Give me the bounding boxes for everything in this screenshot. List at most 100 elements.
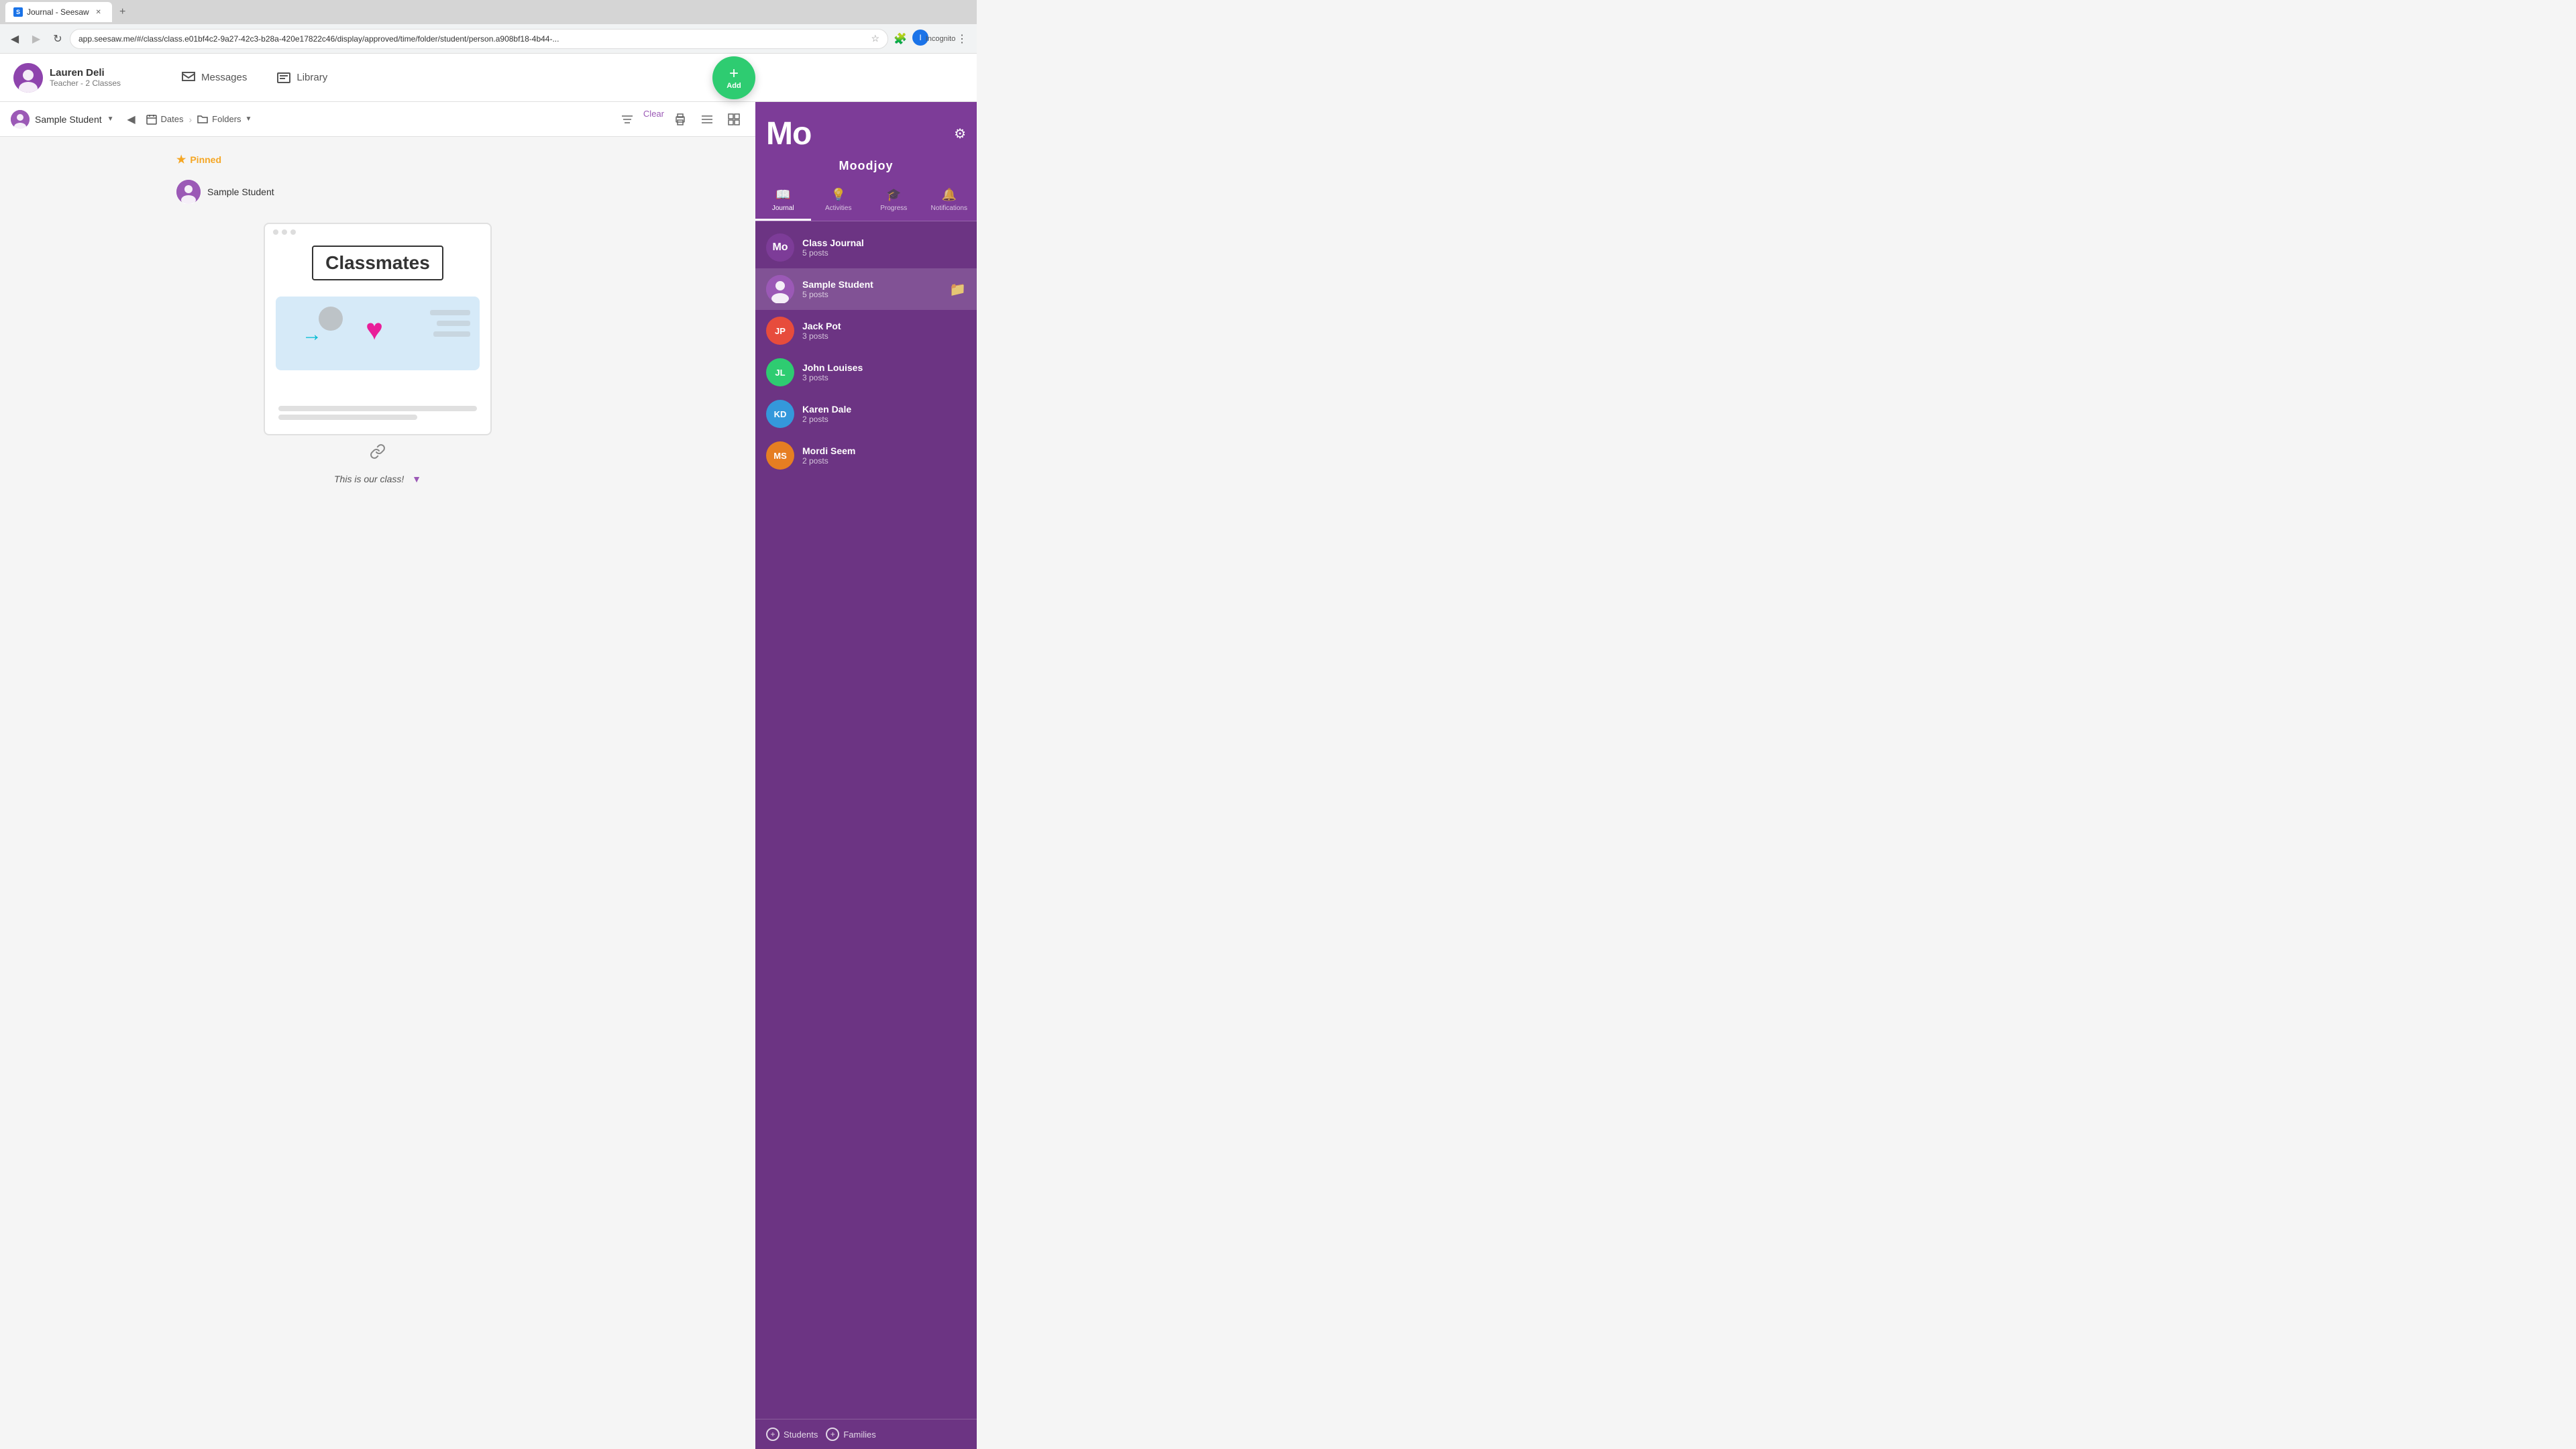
library-label: Library — [297, 72, 327, 83]
student-initials-2: JL — [775, 368, 785, 378]
caption-text: This is our class! — [334, 474, 404, 484]
journal-tab-label: Journal — [772, 205, 794, 212]
folders-dropdown-arrow: ▼ — [246, 115, 252, 123]
add-button[interactable]: + Add — [712, 56, 755, 99]
classmates-card: Classmates → — [264, 223, 492, 435]
forward-button[interactable]: ▶ — [27, 30, 46, 48]
student-info-3: Karen Dale 2 posts — [802, 404, 966, 424]
settings-icon[interactable]: ⚙ — [954, 125, 966, 142]
student-name-2: John Louises — [802, 362, 966, 373]
close-tab-button[interactable]: ✕ — [93, 7, 104, 17]
class-journal-info: Class Journal 5 posts — [802, 237, 966, 258]
filter-button[interactable] — [616, 109, 638, 130]
progress-tab-icon: 🎓 — [886, 188, 901, 202]
dates-label: Dates — [161, 114, 184, 124]
card-title: Classmates — [325, 252, 430, 273]
moodjoy-label: Moodjoy — [839, 159, 894, 172]
folder-icon-0[interactable]: 📁 — [949, 281, 966, 298]
link-section — [370, 443, 386, 463]
tab-journal[interactable]: 📖 Journal — [755, 181, 811, 221]
incognito-label: Incognito — [931, 30, 950, 48]
dot-3 — [290, 229, 296, 235]
notifications-tab-label: Notifications — [931, 205, 967, 212]
print-button[interactable] — [669, 109, 691, 130]
library-icon — [276, 71, 291, 85]
print-icon — [674, 113, 686, 125]
selected-student-name: Sample Student — [35, 114, 102, 125]
tab-notifications[interactable]: 🔔 Notifications — [922, 181, 977, 221]
clear-button[interactable]: Clear — [643, 109, 664, 130]
families-footer-btn[interactable]: + Families — [826, 1428, 875, 1441]
student-initials-1: JP — [775, 326, 786, 336]
messages-nav-item[interactable]: Messages — [174, 67, 254, 89]
browser-nav-bar: ◀ ▶ ↻ app.seesaw.me/#/class/class.e01bf4… — [0, 24, 977, 54]
student-name-1: Jack Pot — [802, 321, 966, 331]
back-button[interactable]: ◀ — [5, 30, 24, 48]
user-details: Lauren Deli Teacher - 2 Classes — [50, 67, 121, 88]
tab-progress[interactable]: 🎓 Progress — [866, 181, 922, 221]
student-item-3[interactable]: KD Karen Dale 2 posts — [755, 393, 977, 435]
address-bar[interactable]: app.seesaw.me/#/class/class.e01bf4c2-9a2… — [70, 29, 888, 49]
activities-tab-icon: 💡 — [831, 188, 846, 202]
browser-action-icons: 🧩 I Incognito ⋮ — [891, 30, 971, 48]
messages-icon — [181, 71, 196, 85]
seesaw-favicon: S — [13, 7, 23, 17]
caption-expand-icon[interactable]: ▼ — [412, 474, 421, 484]
bookmark-icon[interactable]: ☆ — [871, 33, 879, 44]
student-initials-3: KD — [774, 409, 787, 419]
grid-view-button[interactable] — [723, 109, 745, 130]
reload-button[interactable]: ↻ — [48, 30, 67, 48]
student-info-4: Mordi Seem 2 posts — [802, 445, 966, 466]
student-item-0[interactable]: Sample Student 5 posts 📁 — [755, 268, 977, 310]
folders-section[interactable]: Folders ▼ — [197, 114, 252, 124]
new-tab-button[interactable]: + — [115, 4, 131, 20]
arrow-separator: › — [189, 114, 193, 125]
tab-title: Journal - Seesaw — [27, 7, 89, 17]
pinned-student-name: Sample Student — [207, 186, 274, 197]
tab-activities[interactable]: 💡 Activities — [811, 181, 867, 221]
toolbar-right: Clear — [616, 109, 745, 130]
main-panel: Sample Student ▼ ◀ Dates › — [0, 102, 755, 1449]
list-view-icon — [701, 115, 713, 124]
toolbar: Sample Student ▼ ◀ Dates › — [0, 102, 755, 137]
student-avatar-2: JL — [766, 358, 794, 386]
add-button-label: Add — [727, 82, 741, 90]
user-name: Lauren Deli — [50, 67, 121, 78]
active-browser-tab[interactable]: S Journal - Seesaw ✕ — [5, 2, 112, 22]
menu-button[interactable]: ⋮ — [953, 30, 971, 48]
student-avatar-0 — [766, 275, 794, 303]
student-item-2[interactable]: JL John Louises 3 posts — [755, 352, 977, 393]
dates-section[interactable]: Dates — [146, 114, 184, 125]
progress-tab-label: Progress — [880, 205, 907, 212]
url-text: app.seesaw.me/#/class/class.e01bf4c2-9a2… — [78, 34, 865, 44]
student-item-1[interactable]: JP Jack Pot 3 posts — [755, 310, 977, 352]
content-area: Sample Student ▼ ◀ Dates › — [0, 102, 977, 1449]
folders-label: Folders — [212, 114, 241, 124]
class-journal-avatar: Mo — [766, 233, 794, 262]
add-students-icon: + — [766, 1428, 780, 1441]
card-line-1 — [430, 310, 470, 315]
sidebar-tabs: 📖 Journal 💡 Activities 🎓 Progress 🔔 Noti… — [755, 181, 977, 221]
pinned-label: ★ Pinned — [176, 153, 579, 166]
class-journal-posts: 5 posts — [802, 248, 966, 258]
student-info-1: Jack Pot 3 posts — [802, 321, 966, 341]
pinned-student-item[interactable]: Sample Student — [176, 174, 579, 209]
list-view-button[interactable] — [696, 109, 718, 130]
filter-icon — [621, 115, 633, 124]
prev-button[interactable]: ◀ — [122, 110, 141, 129]
extensions-icon[interactable]: 🧩 — [891, 30, 910, 48]
student-selector[interactable]: Sample Student ▼ — [11, 110, 114, 129]
student-posts-1: 3 posts — [802, 331, 966, 341]
library-nav-item[interactable]: Library — [270, 67, 334, 89]
class-journal-name: Class Journal — [802, 237, 966, 248]
dot-2 — [282, 229, 287, 235]
sidebar-header: Mo ⚙ — [755, 102, 977, 159]
card-arrow: → — [302, 323, 322, 346]
messages-label: Messages — [201, 72, 247, 83]
folder-icon — [197, 115, 208, 124]
right-sidebar: Mo ⚙ Moodjoy 📖 Journal 💡 Activities 🎓 — [755, 102, 977, 1449]
class-journal-item[interactable]: Mo Class Journal 5 posts — [755, 227, 977, 268]
students-footer-btn[interactable]: + Students — [766, 1428, 818, 1441]
student-info-2: John Louises 3 posts — [802, 362, 966, 382]
student-item-4[interactable]: MS Mordi Seem 2 posts — [755, 435, 977, 476]
